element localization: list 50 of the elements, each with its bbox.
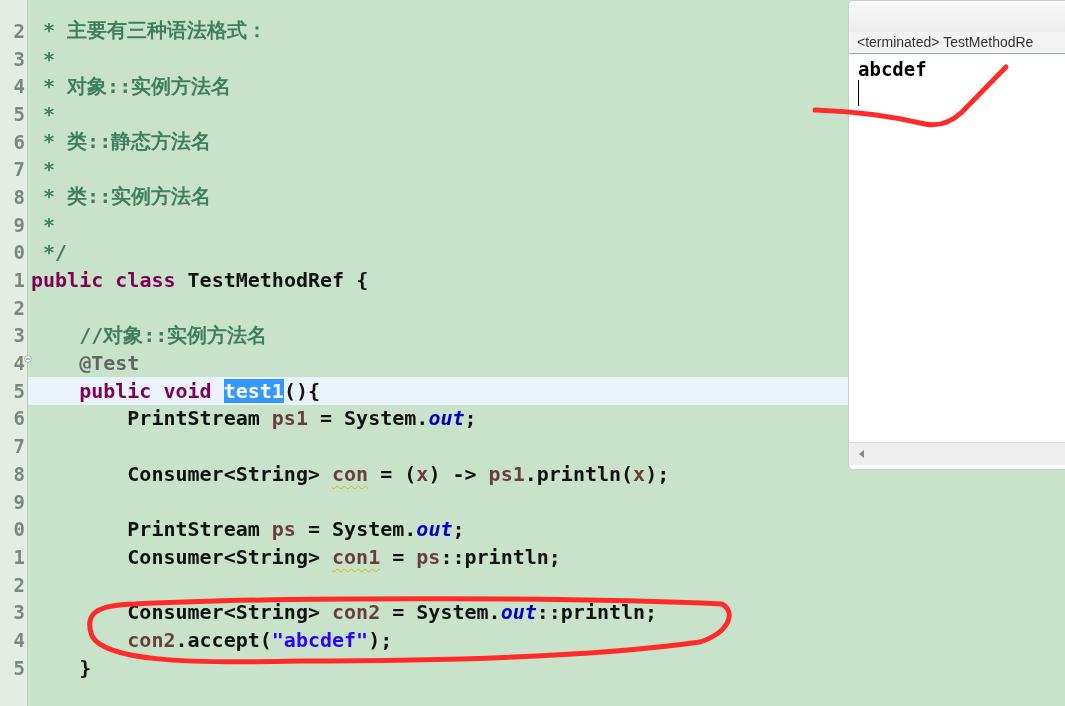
code-line: Consumer<String> con2 = System.out::println; bbox=[126, 600, 658, 625]
code-line: * bbox=[42, 157, 56, 182]
line-number: 4 bbox=[13, 352, 25, 375]
line-number: 3 bbox=[13, 601, 25, 624]
line-number: 1 bbox=[13, 269, 25, 292]
line-number: 3 bbox=[13, 47, 25, 70]
code-line: * 主要有三种语法格式： bbox=[42, 17, 268, 45]
code-line: */ bbox=[42, 240, 68, 265]
code-line: } bbox=[78, 655, 92, 680]
console-header: <terminated> TestMethodRe bbox=[849, 32, 1065, 54]
line-number: 5 bbox=[13, 102, 25, 125]
line-number: 7 bbox=[13, 435, 25, 458]
code-line: * bbox=[42, 46, 56, 71]
line-number: 7 bbox=[13, 158, 25, 181]
line-number: 3 bbox=[13, 324, 25, 347]
code-line: Consumer<String> con1 = ps::println; bbox=[126, 544, 561, 569]
line-number: 4 bbox=[13, 628, 25, 651]
text-cursor bbox=[858, 80, 859, 106]
horizontal-scrollbar[interactable] bbox=[849, 442, 1065, 465]
line-number: 9 bbox=[13, 490, 25, 513]
line-number: 9 bbox=[13, 213, 25, 236]
code-line: public void test1(){ bbox=[78, 378, 320, 403]
line-number: 4 bbox=[13, 75, 25, 98]
code-line: * 类::实例方法名 bbox=[42, 183, 212, 211]
line-number: 6 bbox=[13, 407, 25, 430]
line-number: 8 bbox=[13, 462, 25, 485]
code-line: //对象::实例方法名 bbox=[78, 321, 268, 349]
line-number: 6 bbox=[13, 130, 25, 153]
collapse-icon[interactable] bbox=[24, 355, 32, 364]
code-line: public class TestMethodRef { bbox=[31, 268, 369, 293]
console-output: abcdef bbox=[858, 58, 928, 80]
line-number: 0 bbox=[13, 241, 25, 264]
line-number: 5 bbox=[13, 656, 25, 679]
code-line: * 对象::实例方法名 bbox=[42, 72, 232, 100]
code-line: * bbox=[42, 212, 56, 237]
line-number: 8 bbox=[13, 185, 25, 208]
line-number: 2 bbox=[13, 573, 25, 596]
line-number: 2 bbox=[13, 19, 25, 42]
scroll-left-icon[interactable] bbox=[859, 450, 864, 458]
line-number: 0 bbox=[13, 518, 25, 541]
line-number: 2 bbox=[13, 296, 25, 319]
code-line: PrintStream ps1 = System.out; bbox=[126, 406, 477, 431]
line-number: 1 bbox=[13, 545, 25, 568]
code-line: @Test bbox=[78, 351, 140, 376]
code-line: PrintStream ps = System.out; bbox=[126, 517, 465, 542]
code-line: con2.accept("abcdef"); bbox=[126, 627, 393, 652]
code-line: * 类::静态方法名 bbox=[42, 128, 212, 156]
line-number: 5 bbox=[13, 379, 25, 402]
code-line: * bbox=[42, 101, 56, 126]
code-line: Consumer<String> con = (x) -> ps1.println(x); bbox=[126, 461, 670, 486]
